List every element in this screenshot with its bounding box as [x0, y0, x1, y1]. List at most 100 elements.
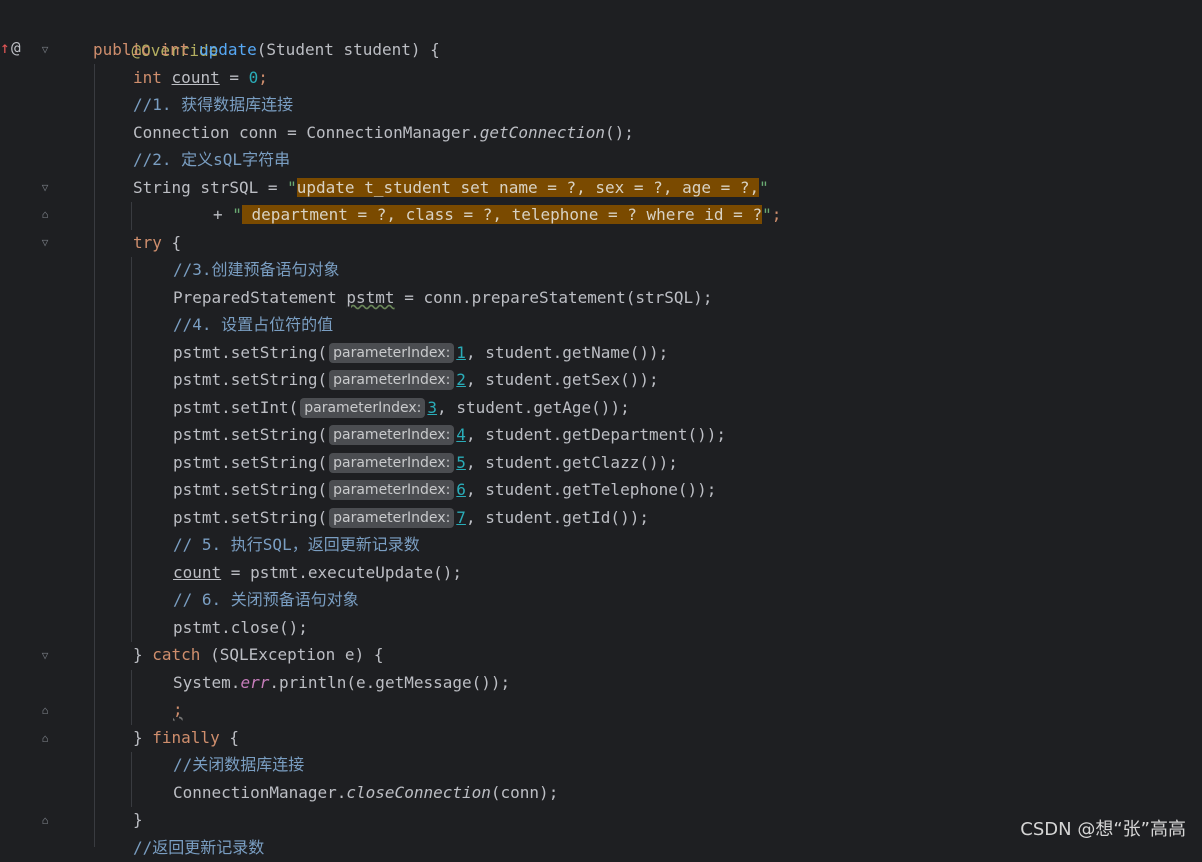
comment-line[interactable]: //3.创建预备语句对象: [173, 256, 340, 284]
code-line[interactable]: PreparedStatement pstmt = conn.prepareSt…: [173, 284, 712, 312]
code-text: {: [219, 728, 239, 747]
parameter-hint: parameterIndex:: [329, 343, 455, 363]
code-text: , student.getName());: [465, 343, 669, 362]
code-text: PreparedStatement: [173, 288, 347, 307]
string-quote: ": [287, 178, 297, 197]
code-line[interactable]: Connection conn = ConnectionManager.getC…: [133, 119, 634, 147]
fold-icon[interactable]: ⌂: [39, 209, 51, 221]
code-text: =: [219, 68, 249, 87]
code-text: }: [133, 728, 153, 747]
code-text: pstmt.setInt(: [173, 398, 299, 417]
code-text: ;: [173, 700, 183, 719]
code-editor[interactable]: @Override public int update(Student stud…: [60, 0, 1202, 857]
code-text: (conn);: [490, 783, 559, 802]
code-line[interactable]: public int update(Student student) {: [93, 36, 440, 64]
override-arrow-icon[interactable]: ↑: [0, 38, 10, 57]
keyword: public: [93, 40, 151, 59]
code-line[interactable]: System.err.println(e.getMessage());: [173, 669, 510, 697]
code-text: {: [161, 233, 182, 252]
number-literal: 0: [248, 68, 259, 87]
implements-icon[interactable]: @: [11, 38, 21, 57]
code-text: , student.getClazz());: [465, 453, 678, 472]
code-text: String strSQL =: [133, 178, 288, 197]
fold-icon[interactable]: ▽: [39, 182, 51, 194]
code-text: ;: [258, 68, 268, 87]
comment-line[interactable]: //关闭数据库连接: [173, 751, 304, 779]
indent-guide: [131, 202, 132, 230]
parameter-hint: parameterIndex:: [329, 480, 455, 500]
indent-guide: [131, 752, 132, 807]
code-line[interactable]: ConnectionManager.closeConnection(conn);: [173, 779, 558, 807]
code-text: pstmt.setString(: [173, 343, 328, 362]
code-line[interactable]: String strSQL = "update t_student set na…: [133, 174, 769, 202]
number-literal: 6: [456, 480, 466, 499]
code-line[interactable]: ;: [173, 696, 183, 724]
code-text: = conn.prepareStatement(strSQL);: [394, 288, 713, 307]
variable: count: [171, 68, 220, 87]
method-name: getConnection: [479, 123, 606, 142]
highlighted-string: department = ?, class = ?, telephone = ?…: [241, 205, 763, 224]
fold-icon[interactable]: ⌂: [39, 815, 51, 827]
indent-guide: [94, 64, 95, 847]
code-line[interactable]: pstmt.setString(parameterIndex: 7, studen…: [173, 504, 649, 532]
code-line[interactable]: pstmt.setString(parameterIndex: 6, studen…: [173, 476, 716, 504]
code-text: , student.getDepartment());: [465, 425, 727, 444]
parameter-hint: parameterIndex:: [329, 508, 455, 528]
fold-icon[interactable]: ⌂: [39, 733, 51, 745]
parameter-hint: parameterIndex:: [329, 453, 455, 473]
code-text: }: [133, 645, 153, 664]
code-text: , student.getSex());: [465, 370, 659, 389]
code-text: = pstmt.executeUpdate();: [221, 563, 462, 582]
code-text: ();: [605, 123, 634, 142]
code-text: System.: [173, 673, 241, 692]
code-text: pstmt.setString(: [173, 425, 328, 444]
code-line[interactable]: @Override: [93, 9, 219, 60]
comment-line[interactable]: //4. 设置占位符的值: [173, 311, 333, 339]
keyword: int: [133, 68, 162, 87]
parameter-hint: parameterIndex:: [329, 425, 455, 445]
code-line[interactable]: pstmt.setString(parameterIndex: 4, studen…: [173, 421, 726, 449]
code-line[interactable]: pstmt.setString(parameterIndex: 5, studen…: [173, 449, 678, 477]
code-text: Connection conn = ConnectionManager.: [133, 123, 480, 142]
fold-icon[interactable]: ▽: [39, 44, 51, 56]
code-line[interactable]: } finally {: [133, 724, 239, 752]
keyword: catch: [152, 645, 201, 664]
code-text: .println(e.getMessage());: [269, 673, 511, 692]
code-line[interactable]: pstmt.setString(parameterIndex: 1, studen…: [173, 339, 668, 367]
comment-line[interactable]: //2. 定义sQL字符串: [133, 146, 290, 174]
string-quote: ": [232, 205, 242, 224]
keyword: finally: [152, 728, 220, 747]
code-text: , student.getId());: [465, 508, 649, 527]
number-literal: 5: [456, 453, 466, 472]
variable: pstmt: [346, 288, 395, 307]
comment-line[interactable]: //1. 获得数据库连接: [133, 91, 293, 119]
parameter-hint: parameterIndex:: [300, 398, 426, 418]
code-line[interactable]: try {: [133, 229, 181, 257]
indent-guide: [131, 670, 132, 725]
keyword: int: [160, 40, 190, 59]
code-line[interactable]: pstmt.setString(parameterIndex: 2, studen…: [173, 366, 659, 394]
fold-icon[interactable]: ▽: [39, 650, 51, 662]
code-text: (Student student) {: [256, 40, 440, 59]
code-text: pstmt.setString(: [173, 370, 328, 389]
watermark: CSDN @想“张”高高: [1020, 819, 1186, 840]
code-text: pstmt.setString(: [173, 453, 328, 472]
code-line[interactable]: }: [133, 806, 143, 834]
string-quote: ": [759, 178, 769, 197]
code-line[interactable]: pstmt.close();: [173, 614, 308, 642]
code-line[interactable]: count = pstmt.executeUpdate();: [173, 559, 462, 587]
code-line[interactable]: + " department = ?, class = ?, telephone…: [213, 201, 781, 229]
method-name: closeConnection: [346, 783, 491, 802]
code-line[interactable]: } catch (SQLException e) {: [133, 641, 383, 669]
comment-line[interactable]: // 6. 关闭预备语句对象: [173, 586, 359, 614]
comment-line[interactable]: //返回更新记录数: [133, 834, 264, 862]
code-text: pstmt.setString(: [173, 480, 328, 499]
comment-line[interactable]: // 5. 执行SQL，返回更新记录数: [173, 531, 420, 559]
highlighted-string: update t_student set name = ?, sex = ?, …: [296, 178, 760, 197]
code-line[interactable]: int count = 0;: [133, 64, 268, 92]
indent-guide: [131, 257, 132, 642]
fold-icon[interactable]: ⌂: [39, 705, 51, 717]
code-line[interactable]: pstmt.setInt(parameterIndex: 3, student.g…: [173, 394, 630, 422]
number-literal: 3: [427, 398, 438, 417]
fold-icon[interactable]: ▽: [39, 237, 51, 249]
